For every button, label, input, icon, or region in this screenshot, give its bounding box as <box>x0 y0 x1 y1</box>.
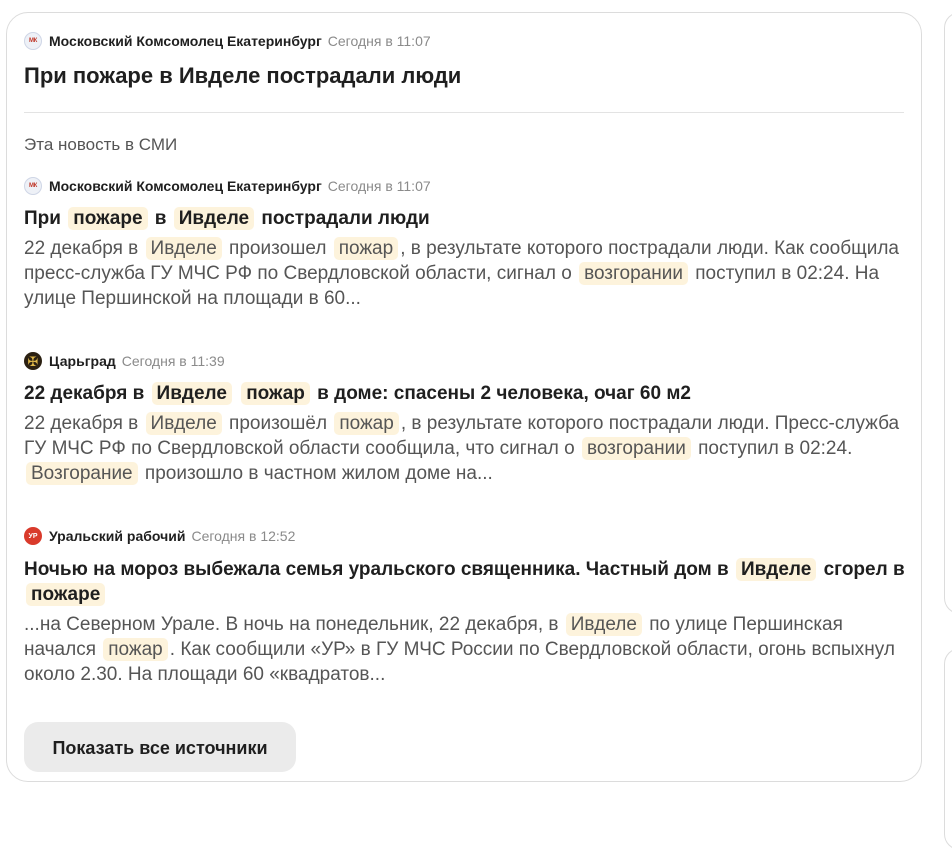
keyword-highlight: Возгорание <box>26 462 138 485</box>
item-source-row: МК Московский Комсомолец Екатеринбург Се… <box>24 176 431 196</box>
text-segment: При <box>24 208 67 229</box>
mk-logo-icon: МК <box>24 177 42 195</box>
keyword-highlight: Ивделе <box>173 207 255 230</box>
text-segment: 22 декабря в <box>24 413 144 434</box>
item-time: Сегодня в 11:39 <box>121 353 225 369</box>
keyword-highlight: Ивделе <box>145 412 222 435</box>
text-segment: произошло в частном жилом доме на... <box>139 463 493 484</box>
text-segment: поступил в 02:24. <box>692 438 853 459</box>
text-segment: в доме: спасены 2 человека, очаг 60 м2 <box>311 383 691 404</box>
item-title[interactable]: Ночью на мороз выбежала семья уральского… <box>24 557 909 607</box>
text-segment: Ночью на мороз выбежала семья уральского… <box>24 559 734 580</box>
keyword-highlight: пожаре <box>68 207 148 230</box>
keyword-highlight: пожар <box>103 638 168 661</box>
item-source-row: ✠ Царьград Сегодня в 11:39 <box>24 351 225 371</box>
text-segment: 22 декабря в <box>24 238 144 259</box>
tsargrad-logo-icon: ✠ <box>24 352 42 370</box>
item-time: Сегодня в 12:52 <box>191 528 296 544</box>
item-time: Сегодня в 11:07 <box>327 178 431 194</box>
item-source-row: УР Уральский рабочий Сегодня в 12:52 <box>24 526 295 546</box>
keyword-highlight: пожар <box>334 412 399 435</box>
item-source-name[interactable]: Царьград <box>49 353 116 369</box>
text-segment <box>234 383 239 404</box>
text-segment: произошел <box>223 238 332 259</box>
keyword-highlight: возгорании <box>579 262 688 285</box>
header-source-name[interactable]: Московский Комсомолец Екатеринбург <box>49 33 322 49</box>
header-source-row: МК Московский Комсомолец Екатеринбург Се… <box>24 31 431 51</box>
item-snippet: ...на Северном Урале. В ночь на понедель… <box>24 612 909 687</box>
item-title[interactable]: При пожаре в Ивделе пострадали люди <box>24 206 909 231</box>
show-all-sources-button[interactable]: Показать все источники <box>24 722 296 772</box>
keyword-highlight: Ивделе <box>145 237 222 260</box>
mk-logo-icon: МК <box>24 32 42 50</box>
text-segment: пострадали люди <box>256 208 430 229</box>
keyword-highlight: пожар <box>333 237 399 260</box>
header-time: Сегодня в 11:07 <box>327 33 431 49</box>
keyword-highlight: пожаре <box>26 583 106 606</box>
text-segment: произошёл <box>223 413 333 434</box>
page-title[interactable]: При пожаре в Ивделе пострадали люди <box>24 63 461 89</box>
divider <box>24 112 904 113</box>
keyword-highlight: Ивделе <box>735 558 817 581</box>
keyword-highlight: пожар <box>241 382 310 405</box>
item-snippet: 22 декабря в Ивделе произошел пожар, в р… <box>24 236 909 311</box>
text-segment: в <box>149 208 172 229</box>
text-segment: сгорел в <box>818 559 905 580</box>
item-source-name[interactable]: Уральский рабочий <box>49 528 185 544</box>
item-title[interactable]: 22 декабря в Ивделе пожар в доме: спасен… <box>24 381 909 406</box>
text-segment: 22 декабря в <box>24 383 150 404</box>
side-card-partial <box>944 12 952 614</box>
keyword-highlight: возгорании <box>581 437 691 460</box>
item-snippet: 22 декабря в Ивделе произошёл пожар, в р… <box>24 411 909 486</box>
keyword-highlight: Ивделе <box>151 382 232 405</box>
side-card-partial-lower <box>944 648 952 850</box>
section-label: Эта новость в СМИ <box>24 135 178 154</box>
uralsky-rabochiy-logo-icon: УР <box>24 527 42 545</box>
item-source-name[interactable]: Московский Комсомолец Екатеринбург <box>49 178 322 194</box>
text-segment: ...на Северном Урале. В ночь на понедель… <box>24 614 564 635</box>
keyword-highlight: Ивделе <box>565 613 642 636</box>
